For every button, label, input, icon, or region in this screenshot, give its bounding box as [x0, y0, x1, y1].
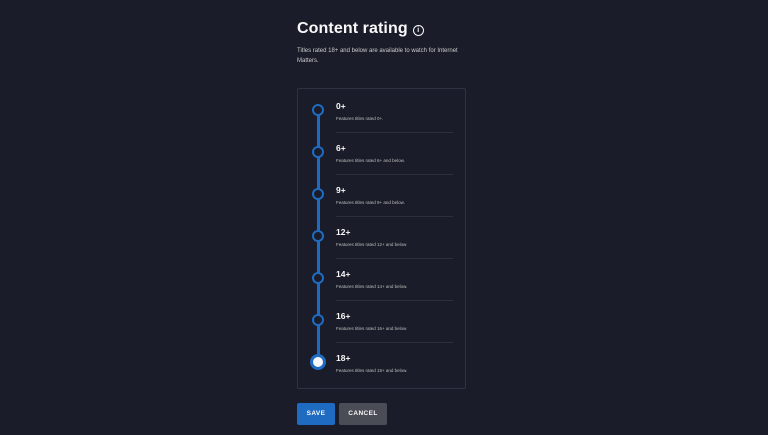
title-row: Content rating i — [297, 20, 424, 38]
cancel-button[interactable]: CANCEL — [339, 403, 387, 425]
radio-node-icon[interactable] — [312, 188, 324, 200]
save-button[interactable]: SAVE — [297, 403, 335, 425]
page-title: Content rating — [297, 20, 408, 37]
rating-label: 0+ — [336, 101, 346, 111]
rating-description: Features titles rated 0+. — [336, 116, 384, 121]
rating-description: Features titles rated 9+ and below. — [336, 200, 405, 205]
rating-description: Features titles rated 6+ and below. — [336, 158, 405, 163]
radio-node-selected-icon[interactable] — [310, 354, 326, 370]
rating-description: Features titles rated 14+ and below. — [336, 284, 408, 289]
rating-option-12[interactable]: 12+ Features titles rated 12+ and below — [298, 222, 467, 264]
divider — [336, 300, 453, 301]
rating-label: 6+ — [336, 143, 346, 153]
radio-node-icon[interactable] — [312, 314, 324, 326]
rating-option-0[interactable]: 0+ Features titles rated 0+. — [298, 96, 467, 138]
rating-description: Features titles rated 12+ and below — [336, 242, 407, 247]
info-icon[interactable]: i — [412, 24, 424, 36]
rating-description: Features titles rated 16+ and below — [336, 326, 407, 331]
rating-option-16[interactable]: 16+ Features titles rated 16+ and below — [298, 306, 467, 348]
divider — [336, 216, 453, 217]
rating-option-18[interactable]: 18+ Features titles rated 18+ and below. — [298, 348, 467, 390]
content-rating-page: Content rating i Titles rated 18+ and be… — [0, 0, 768, 435]
rating-options-panel: 0+ Features titles rated 0+. 6+ Features… — [297, 88, 466, 389]
rating-label: 12+ — [336, 227, 351, 237]
radio-node-icon[interactable] — [312, 272, 324, 284]
rating-option-9[interactable]: 9+ Features titles rated 9+ and below. — [298, 180, 467, 222]
rating-label: 16+ — [336, 311, 351, 321]
radio-node-icon[interactable] — [312, 146, 324, 158]
rating-option-6[interactable]: 6+ Features titles rated 6+ and below. — [298, 138, 467, 180]
divider — [336, 132, 453, 133]
divider — [336, 342, 453, 343]
radio-node-icon[interactable] — [312, 104, 324, 116]
divider — [336, 258, 453, 259]
page-subtitle: Titles rated 18+ and below are available… — [297, 48, 458, 64]
radio-node-icon[interactable] — [312, 230, 324, 242]
divider — [336, 174, 453, 175]
rating-label: 18+ — [336, 353, 351, 363]
rating-label: 14+ — [336, 269, 351, 279]
rating-label: 9+ — [336, 185, 346, 195]
rating-description: Features titles rated 18+ and below. — [336, 368, 408, 373]
rating-option-14[interactable]: 14+ Features titles rated 14+ and below. — [298, 264, 467, 306]
